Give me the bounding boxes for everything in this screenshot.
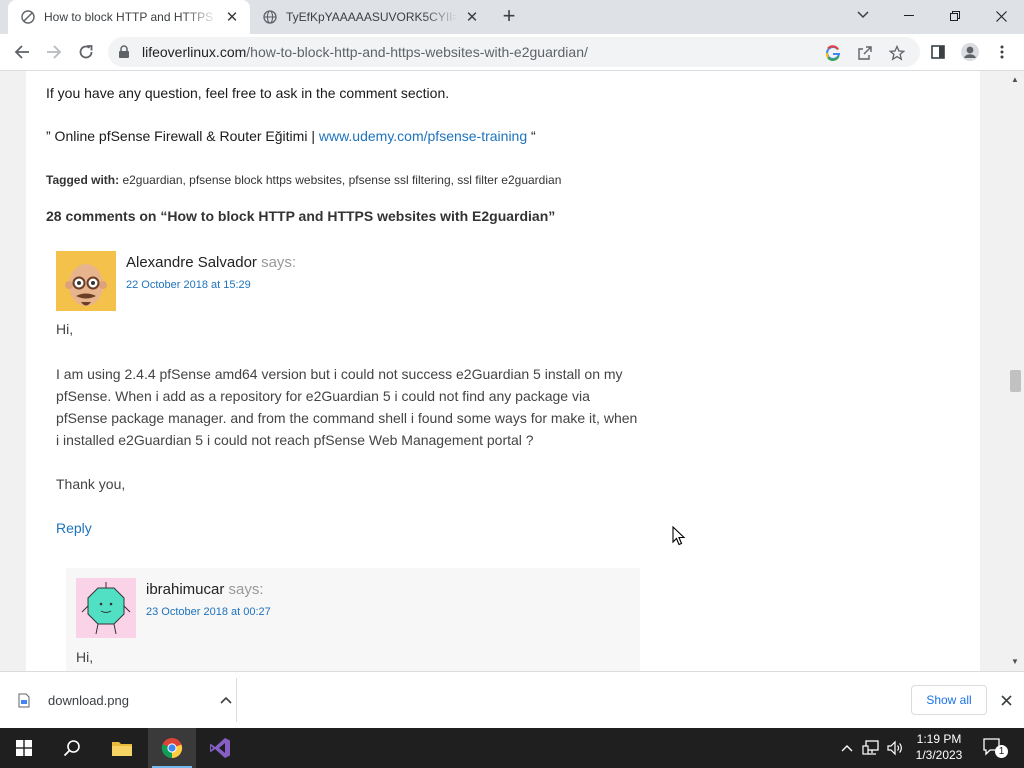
search-icon[interactable] bbox=[48, 728, 96, 768]
volume-icon[interactable] bbox=[886, 738, 904, 758]
minimize-button[interactable] bbox=[886, 0, 932, 32]
comment-body-line: pfSense. When i add as a repository for … bbox=[56, 388, 590, 404]
tab-close-icon[interactable]: ✕ bbox=[222, 7, 242, 27]
network-icon[interactable] bbox=[862, 738, 880, 758]
tab-title: TyEfKpYAAAAASUVORK5CYII= (2 bbox=[286, 10, 458, 24]
reply-link[interactable]: Reply bbox=[56, 520, 92, 536]
close-window-button[interactable] bbox=[978, 0, 1024, 32]
promo-suffix: “ bbox=[527, 128, 536, 144]
download-item[interactable]: download.png bbox=[16, 682, 236, 718]
menu-kebab-icon[interactable] bbox=[990, 40, 1014, 64]
chevron-up-icon[interactable] bbox=[216, 696, 236, 704]
reload-icon[interactable] bbox=[73, 39, 99, 65]
file-icon bbox=[16, 692, 32, 708]
new-tab-button[interactable]: + bbox=[498, 5, 520, 28]
tags-list[interactable]: e2guardian, pfsense block https websites… bbox=[122, 173, 561, 187]
avatar bbox=[76, 578, 136, 638]
notification-center-icon[interactable]: 1 bbox=[982, 736, 1008, 760]
url-path: /how-to-block-http-and-https-websites-wi… bbox=[246, 44, 588, 60]
divider bbox=[236, 678, 237, 722]
tab-inactive[interactable]: TyEfKpYAAAAASUVORK5CYII= (2 ✕ bbox=[250, 0, 490, 34]
file-explorer-icon[interactable] bbox=[98, 728, 146, 768]
comment-date[interactable]: 22 October 2018 at 15:29 bbox=[126, 279, 251, 291]
close-download-bar-icon[interactable] bbox=[996, 690, 1016, 710]
download-bar: download.png Show all bbox=[0, 671, 1024, 728]
windows-start-icon[interactable] bbox=[0, 728, 48, 768]
notification-count: 1 bbox=[995, 745, 1008, 758]
comment-greeting: Hi, bbox=[76, 649, 94, 665]
scroll-up-arrow-icon[interactable]: ▲ bbox=[1011, 75, 1019, 84]
avatar bbox=[56, 251, 116, 311]
url-domain: lifeoverlinux.com bbox=[142, 44, 247, 60]
lock-icon[interactable] bbox=[118, 45, 132, 59]
side-panel-icon[interactable] bbox=[926, 40, 950, 64]
tab-strip: How to block HTTP and HTTPS websites wit… bbox=[0, 0, 1024, 34]
tagged-label: Tagged with: bbox=[46, 173, 120, 187]
child-comment: ibrahimucar says: 23 October 2018 at 00:… bbox=[66, 568, 640, 671]
comment-body-line: i installed e2Guardian 5 i could not rea… bbox=[56, 432, 534, 448]
download-filename: download.png bbox=[48, 692, 129, 708]
comments-heading: 28 comments on “How to block HTTP and HT… bbox=[46, 208, 556, 224]
url-text: lifeoverlinux.com/how-to-block-http-and-… bbox=[142, 44, 588, 60]
taskbar: 1:19 PM 1/3/2023 1 bbox=[0, 728, 1024, 768]
clock-date: 1/3/2023 bbox=[915, 748, 963, 762]
system-clock[interactable]: 1:19 PM 1/3/2023 bbox=[908, 731, 970, 763]
tags-line: Tagged with: e2guardian, pfsense block h… bbox=[46, 173, 561, 187]
comment-date[interactable]: 23 October 2018 at 00:27 bbox=[146, 606, 271, 618]
promo-prefix: ” Online pfSense Firewall & Router Eğiti… bbox=[46, 128, 319, 144]
show-hidden-icons-chevron-icon[interactable] bbox=[838, 738, 856, 758]
author-name[interactable]: ibrahimucar bbox=[146, 581, 224, 598]
chrome-taskbar-icon[interactable] bbox=[148, 728, 196, 768]
address-bar[interactable]: lifeoverlinux.com/how-to-block-http-and-… bbox=[108, 37, 920, 67]
says-label: says: bbox=[261, 254, 297, 271]
comment-closing: Thank you, bbox=[56, 476, 126, 492]
browser-toolbar: lifeoverlinux.com/how-to-block-http-and-… bbox=[0, 34, 1024, 71]
article-content: If you have any question, feel free to a… bbox=[26, 71, 980, 671]
share-icon[interactable] bbox=[854, 42, 876, 64]
show-all-button[interactable]: Show all bbox=[911, 685, 987, 715]
vertical-scrollbar[interactable]: ▲ ▼ bbox=[1007, 71, 1024, 671]
comment-greeting: Hi, bbox=[56, 321, 74, 337]
back-icon[interactable] bbox=[9, 39, 35, 65]
tab-favicon-icon bbox=[20, 9, 36, 25]
tab-active[interactable]: How to block HTTP and HTTPS websites wit… bbox=[8, 0, 250, 34]
says-label: says: bbox=[228, 581, 264, 598]
bookmark-star-icon[interactable] bbox=[886, 42, 908, 64]
scrollbar-thumb[interactable] bbox=[1010, 370, 1021, 392]
question-line: If you have any question, feel free to a… bbox=[46, 85, 450, 101]
restore-button[interactable] bbox=[932, 0, 978, 32]
promo-link[interactable]: www.udemy.com/pfsense-training bbox=[319, 128, 527, 144]
promo-line: ” Online pfSense Firewall & Router Eğiti… bbox=[46, 128, 536, 144]
tab-search-chevron-icon[interactable] bbox=[850, 4, 876, 26]
author-name[interactable]: Alexandre Salvador bbox=[126, 254, 257, 271]
comment-body-line: pfSense package manager. and from the co… bbox=[56, 410, 638, 426]
google-lens-icon[interactable] bbox=[822, 42, 844, 64]
comment-author: Alexandre Salvador says: bbox=[126, 254, 296, 271]
profile-avatar-icon[interactable] bbox=[958, 40, 982, 64]
tab-title: How to block HTTP and HTTPS websites wit… bbox=[44, 10, 218, 24]
comment-body-line: I am using 2.4.4 pfSense amd64 version b… bbox=[56, 366, 623, 382]
comment-body: I am using 2.4.4 pfSense amd64 version b… bbox=[56, 363, 656, 451]
globe-icon bbox=[262, 9, 278, 25]
visual-studio-icon[interactable] bbox=[196, 728, 244, 768]
clock-time: 1:19 PM bbox=[916, 732, 962, 746]
mouse-cursor-icon bbox=[672, 526, 686, 546]
comment-author: ibrahimucar says: bbox=[146, 581, 264, 598]
scroll-down-arrow-icon[interactable]: ▼ bbox=[1011, 657, 1019, 666]
forward-icon[interactable] bbox=[41, 39, 67, 65]
tab-close-icon[interactable]: ✕ bbox=[462, 7, 482, 27]
page-viewport: If you have any question, feel free to a… bbox=[0, 71, 1024, 671]
